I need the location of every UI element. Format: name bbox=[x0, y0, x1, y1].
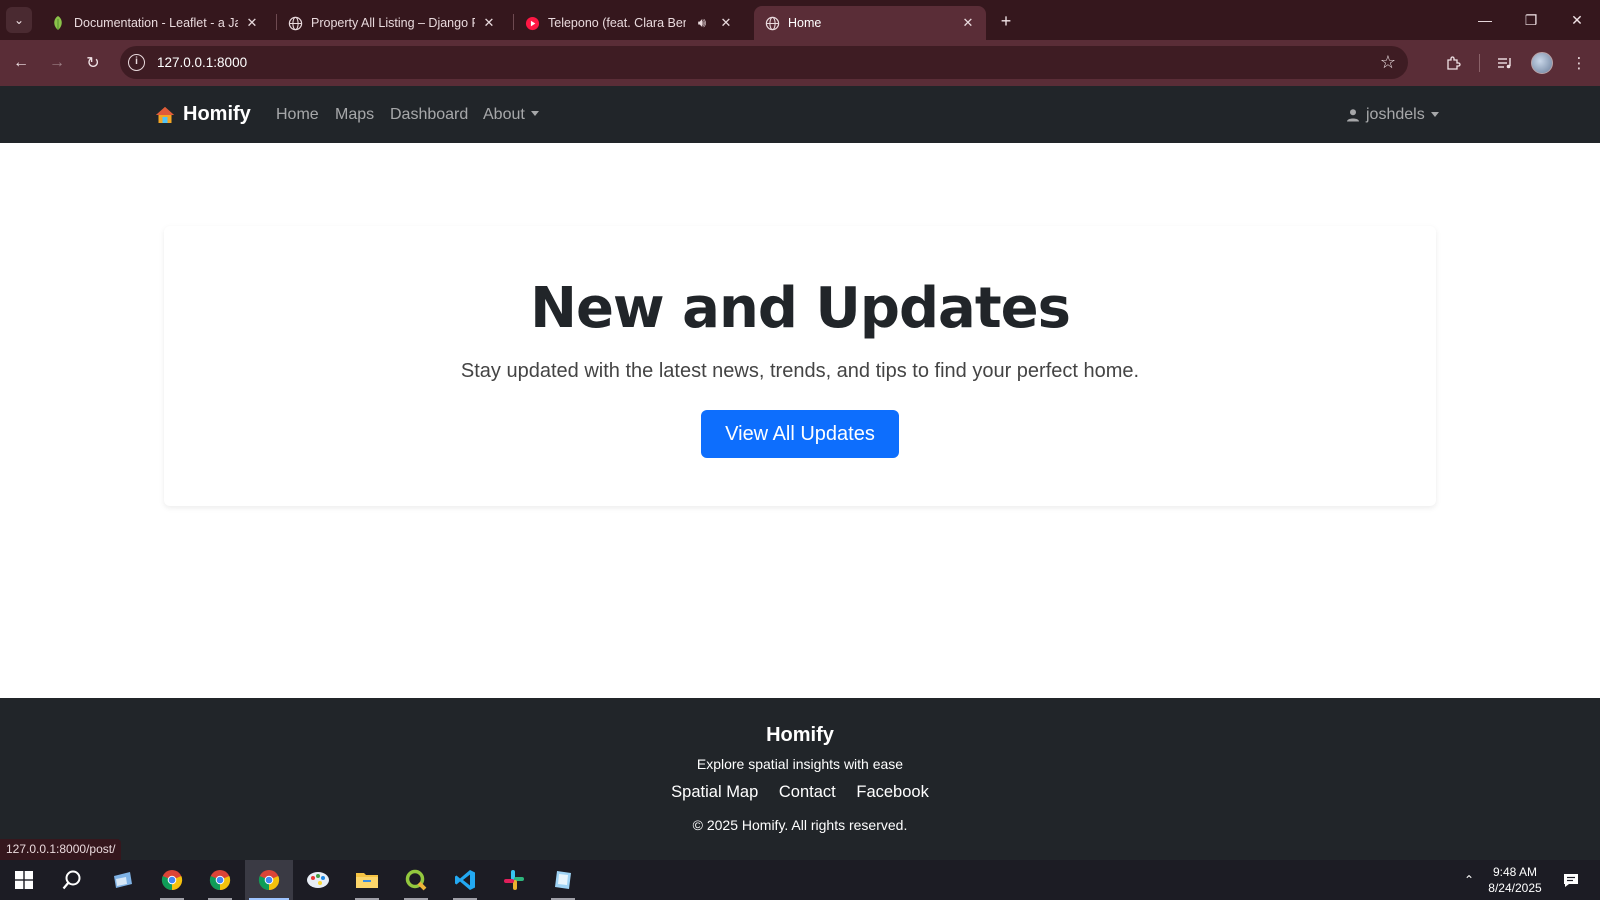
chrome-active-icon[interactable] bbox=[245, 860, 293, 900]
browser-tab-strip: ⌄ Documentation - Leaflet - a JavaScript… bbox=[0, 0, 1600, 40]
search-icon[interactable] bbox=[48, 860, 96, 900]
globe-icon bbox=[287, 15, 303, 31]
footer-link-facebook[interactable]: Facebook bbox=[856, 783, 928, 801]
footer-links: Spatial Map Contact Facebook bbox=[0, 783, 1600, 802]
person-icon bbox=[1347, 108, 1359, 121]
reload-icon[interactable]: ↻ bbox=[80, 50, 106, 76]
windows-taskbar: ⌃ 9:48 AM 8/24/2025 bbox=[0, 860, 1600, 900]
tray-expand-chevron-icon[interactable]: ⌃ bbox=[1458, 860, 1480, 900]
nav-home[interactable]: Home bbox=[276, 86, 319, 143]
profile-avatar[interactable] bbox=[1531, 52, 1553, 74]
hero-card: New and Updates Stay updated with the la… bbox=[164, 226, 1436, 506]
hero-title: New and Updates bbox=[530, 276, 1071, 341]
address-url[interactable]: 127.0.0.1:8000 bbox=[157, 46, 247, 79]
nav-maps[interactable]: Maps bbox=[335, 86, 374, 143]
footer-tagline: Explore spatial insights with ease bbox=[696, 756, 904, 772]
back-arrow-icon[interactable]: ← bbox=[8, 50, 34, 76]
file-explorer-icon[interactable] bbox=[343, 860, 391, 900]
browser-toolbar: ← → ↻ i 127.0.0.1:8000 ☆ ⋮ bbox=[0, 40, 1600, 86]
clock-date: 8/24/2025 bbox=[1488, 881, 1542, 895]
tab-property-listing[interactable]: Property All Listing – Django REST frame… bbox=[277, 6, 507, 40]
speaker-icon[interactable]: 🔊︎ bbox=[692, 15, 712, 31]
house-icon bbox=[156, 106, 174, 123]
forward-arrow-icon[interactable]: → bbox=[44, 50, 70, 76]
brand-logo[interactable]: Homify bbox=[155, 86, 251, 143]
tab-title: Telepono (feat. Clara Benin) bbox=[548, 16, 686, 30]
new-tab-plus-icon[interactable]: + bbox=[995, 10, 1017, 32]
chrome-profile-1-icon[interactable] bbox=[148, 860, 196, 900]
close-icon[interactable]: ✕ bbox=[718, 15, 734, 31]
bookmark-star-icon[interactable]: ☆ bbox=[1380, 52, 1396, 73]
footer-brand: Homify bbox=[766, 724, 834, 746]
close-icon[interactable]: ✕ bbox=[481, 15, 497, 31]
toolbar-divider bbox=[1479, 54, 1480, 72]
vscode-icon[interactable] bbox=[441, 860, 489, 900]
brand-name: Homify bbox=[183, 103, 251, 125]
taskbar-clock[interactable]: 9:48 AM 8/24/2025 bbox=[1480, 864, 1550, 896]
qgis-icon[interactable] bbox=[392, 860, 440, 900]
media-queue-icon[interactable] bbox=[1492, 50, 1518, 76]
close-icon[interactable]: ✕ bbox=[244, 15, 260, 31]
nav-dashboard[interactable]: Dashboard bbox=[390, 86, 468, 143]
slack-icon[interactable] bbox=[490, 860, 538, 900]
tab-title: Property All Listing – Django REST frame… bbox=[311, 16, 475, 30]
clock-time: 9:48 AM bbox=[1492, 865, 1538, 879]
extensions-puzzle-icon[interactable] bbox=[1440, 50, 1466, 76]
username: joshdels bbox=[1366, 105, 1425, 123]
site-info-icon[interactable]: i bbox=[128, 54, 145, 71]
leaf-icon bbox=[50, 15, 66, 31]
tab-search-chevron-icon[interactable]: ⌄ bbox=[6, 7, 32, 33]
tab-title: Documentation - Leaflet - a JavaScript l… bbox=[74, 16, 238, 30]
window-close-icon[interactable]: ✕ bbox=[1554, 0, 1600, 40]
address-bar[interactable]: i 127.0.0.1:8000 ☆ bbox=[120, 46, 1408, 79]
link-status-bar: 127.0.0.1:8000/post/ bbox=[0, 839, 122, 860]
caret-down-icon bbox=[1430, 112, 1439, 117]
tab-leaflet-docs[interactable]: Documentation - Leaflet - a JavaScript l… bbox=[40, 6, 270, 40]
nav-about-dropdown[interactable]: About bbox=[483, 86, 539, 143]
user-menu-dropdown[interactable]: joshdels bbox=[1346, 86, 1439, 143]
tab-home[interactable]: Home ✕ bbox=[754, 6, 986, 40]
restore-icon[interactable]: ❐ bbox=[1508, 0, 1554, 40]
globe-icon bbox=[764, 15, 780, 31]
windows-start-icon[interactable] bbox=[0, 860, 48, 900]
footer-link-contact[interactable]: Contact bbox=[779, 783, 836, 801]
site-navbar: Homify Home Maps Dashboard About joshdel… bbox=[0, 86, 1600, 143]
paint-palette-icon[interactable] bbox=[294, 860, 342, 900]
minimize-icon[interactable]: — bbox=[1462, 0, 1508, 40]
view-all-updates-button[interactable]: View All Updates bbox=[701, 410, 899, 458]
youtube-music-icon bbox=[524, 15, 540, 31]
tab-youtube-music[interactable]: Telepono (feat. Clara Benin) 🔊︎ ✕ bbox=[514, 6, 744, 40]
tab-title: Home bbox=[788, 16, 822, 30]
task-view-icon[interactable] bbox=[99, 860, 147, 900]
chrome-profile-2-icon[interactable] bbox=[196, 860, 244, 900]
menu-dots-icon[interactable]: ⋮ bbox=[1566, 50, 1592, 76]
hero-subtitle: Stay updated with the latest news, trend… bbox=[460, 360, 1140, 382]
footer-link-spatial-map[interactable]: Spatial Map bbox=[671, 783, 758, 801]
site-footer: Homify Explore spatial insights with eas… bbox=[0, 698, 1600, 860]
notes-app-icon[interactable] bbox=[539, 860, 587, 900]
notification-center-icon[interactable] bbox=[1556, 860, 1586, 900]
caret-down-icon bbox=[530, 111, 539, 116]
nav-about-label: About bbox=[483, 106, 525, 123]
close-icon[interactable]: ✕ bbox=[960, 15, 976, 31]
footer-copyright: © 2025 Homify. All rights reserved. bbox=[692, 817, 908, 833]
